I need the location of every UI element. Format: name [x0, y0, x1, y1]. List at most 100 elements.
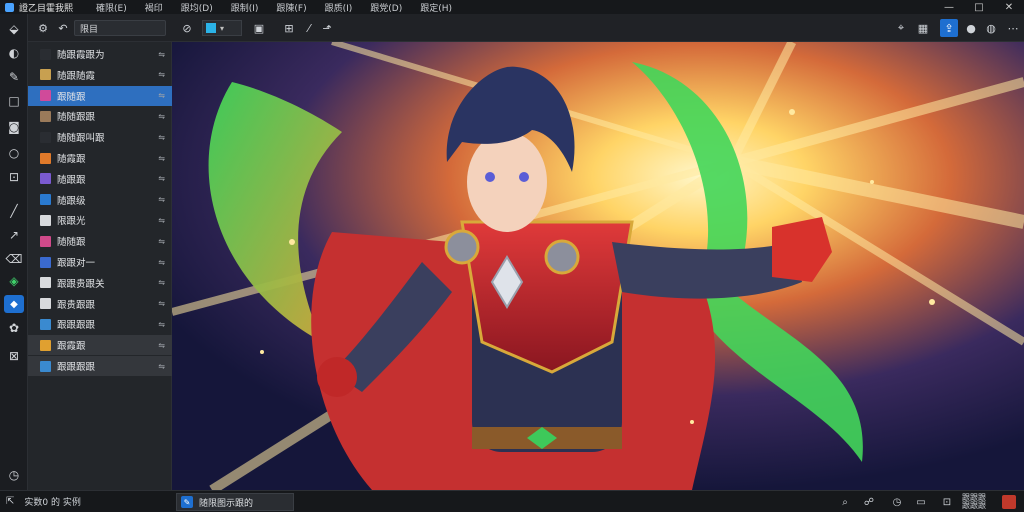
layer-label: 随随跟叫跟: [57, 133, 105, 145]
layer-row[interactable]: 随随跟 ⇋: [28, 231, 172, 251]
layer-thumbnail-icon: [40, 339, 51, 351]
layer-row[interactable]: 随跟级 ⇋: [28, 190, 172, 210]
export-icon[interactable]: ⇱: [6, 496, 14, 507]
canvas[interactable]: [172, 42, 1024, 490]
layer-row[interactable]: 跟贵跟跟 ⇋: [28, 294, 172, 314]
layer-options-icon[interactable]: ⇋: [158, 133, 165, 142]
menu-item-7[interactable]: 跟党(D): [361, 1, 411, 14]
maximize-button[interactable]: □: [964, 0, 994, 14]
rectangle-tool-icon[interactable]: □: [4, 92, 24, 110]
layer-options-icon[interactable]: ⇋: [158, 278, 165, 287]
menu-item-8[interactable]: 跟定(H): [411, 1, 461, 14]
layer-thumbnail-icon: [40, 318, 51, 330]
menu-item-5[interactable]: 跟陳(F): [267, 1, 315, 14]
layer-options-icon[interactable]: ⇋: [158, 195, 165, 204]
blend-mode-select[interactable]: ▾: [202, 20, 242, 36]
layer-options-icon[interactable]: ⇋: [158, 174, 165, 183]
menu-item-4[interactable]: 跟制(I): [222, 1, 268, 14]
layer-row[interactable]: 随跟跟 ⇋: [28, 169, 172, 189]
eye-left: [485, 172, 495, 182]
share-icon[interactable]: ⋯: [1004, 19, 1022, 37]
arrow-tool-icon[interactable]: ↗: [4, 226, 24, 244]
layer-row[interactable]: 随霞跟 ⇋: [28, 148, 172, 168]
tool-strip: ⬙ ◐ ✎ □ ◙ ○ ⊡ ╱ ↗ ⌫ ◈ ◆ ✿ ⊠ ◷: [0, 14, 28, 490]
notification-badge[interactable]: [1002, 495, 1016, 509]
minimize-button[interactable]: —: [934, 0, 964, 14]
layer-options-icon[interactable]: ⇋: [158, 91, 165, 100]
fill-tool-icon[interactable]: ◈: [4, 272, 24, 290]
layer-thumbnail-icon: [40, 360, 51, 372]
image-tool-icon[interactable]: ⊠: [4, 347, 24, 365]
layer-thumbnail-icon: [40, 194, 51, 206]
layer-options-icon[interactable]: ⇋: [158, 299, 165, 308]
layer-options-icon[interactable]: ⇋: [158, 112, 165, 121]
layer-row[interactable]: 跟跟跟跟 ⇋: [28, 356, 172, 376]
back-icon[interactable]: ↶: [54, 19, 72, 37]
close-button[interactable]: ✕: [994, 0, 1024, 14]
layer-icon[interactable]: ▣: [250, 19, 268, 37]
link-icon[interactable]: ⊘: [178, 19, 196, 37]
lasso-tool-icon[interactable]: ◐: [4, 44, 24, 62]
layer-thumbnail-icon: [40, 298, 51, 310]
layer-thumbnail-icon: [40, 69, 51, 81]
layer-options-icon[interactable]: ⇋: [158, 216, 165, 225]
layer-row[interactable]: 随随跟叫跟 ⇋: [28, 127, 172, 147]
artwork: [172, 42, 1024, 490]
layer-row[interactable]: 随随跟跟 ⇋: [28, 106, 172, 126]
hand-icon[interactable]: ☍: [862, 495, 876, 509]
layer-label: 随跟霞跟为: [57, 50, 105, 61]
layer-search-input[interactable]: [74, 20, 166, 36]
ellipse-tool-icon[interactable]: ○: [4, 144, 24, 162]
history-icon[interactable]: ◷: [890, 495, 904, 509]
layer-options-icon[interactable]: ⇋: [158, 258, 165, 267]
eraser-tool-icon[interactable]: ⌫: [4, 250, 24, 268]
layer-row[interactable]: 跟随跟 ⇋: [28, 85, 172, 106]
layer-row[interactable]: 跟跟贵跟关 ⇋: [28, 273, 172, 293]
camera-tool-icon[interactable]: ◙: [4, 118, 24, 136]
layer-label: 跟跟跟跟: [57, 320, 96, 332]
layer-options-icon[interactable]: ⇋: [158, 237, 165, 246]
layer-thumbnail-icon: [40, 235, 51, 247]
move-tool-icon[interactable]: ⬙: [4, 20, 24, 38]
pin-icon[interactable]: ⌖: [892, 19, 910, 37]
grid-icon[interactable]: ▦: [914, 19, 932, 37]
globe-icon[interactable]: ◍: [982, 19, 1000, 37]
chat-icon[interactable]: ▭: [914, 495, 928, 509]
settings-icon[interactable]: ⚙: [34, 19, 52, 37]
layer-row[interactable]: 限跟光 ⇋: [28, 210, 172, 230]
layer-row[interactable]: 跟霞跟 ⇋: [28, 335, 172, 356]
document-tab-label: 随限图示跟的: [199, 498, 254, 509]
shield-tool-icon[interactable]: ◆: [4, 295, 24, 313]
transform-icon[interactable]: ⊞: [280, 19, 298, 37]
layer-options-icon[interactable]: ⇋: [158, 70, 165, 79]
layer-options-icon[interactable]: ⇋: [158, 341, 165, 350]
layer-row[interactable]: 跟跟跟跟 ⇋: [28, 314, 172, 334]
layer-thumbnail-icon: [40, 110, 51, 122]
time-icon[interactable]: ◷: [4, 466, 24, 484]
layer-options-icon[interactable]: ⇋: [158, 362, 165, 371]
zoom-line-2: 跟跟跟: [962, 501, 986, 510]
menu-item-3[interactable]: 跟均(D): [172, 1, 222, 14]
effects-tool-icon[interactable]: ✿: [4, 319, 24, 337]
document-tab[interactable]: ✎ 随限图示跟的: [176, 493, 294, 511]
menu-item-2[interactable]: 褐印: [136, 1, 172, 14]
menu-item-6[interactable]: 跟质(I): [316, 1, 362, 14]
pen-tool-icon[interactable]: ✎: [4, 68, 24, 86]
layer-options-icon[interactable]: ⇋: [158, 154, 165, 163]
line-tool-icon[interactable]: ╱: [4, 202, 24, 220]
brush-icon[interactable]: ⬏: [318, 19, 336, 37]
upload-icon[interactable]: ⇪: [940, 19, 958, 37]
fullscreen-icon[interactable]: ⊡: [940, 495, 954, 509]
search-icon[interactable]: ⌕: [838, 495, 852, 509]
layer-row[interactable]: 随跟霞跟为 ⇋: [28, 44, 172, 64]
pen-icon[interactable]: ⁄: [300, 19, 318, 37]
crop-tool-icon[interactable]: ⊡: [4, 168, 24, 186]
menu-item-1[interactable]: 確限(E): [87, 1, 136, 14]
status-left: ⇱ 实数0 的 实例: [6, 495, 81, 508]
layer-row[interactable]: 跟跟对一 ⇋: [28, 252, 172, 272]
layer-thumbnail-icon: [40, 48, 51, 60]
layer-row[interactable]: 随跟随霞 ⇋: [28, 65, 172, 85]
record-icon[interactable]: ●: [962, 19, 980, 37]
layer-options-icon[interactable]: ⇋: [158, 50, 165, 59]
layer-options-icon[interactable]: ⇋: [158, 320, 165, 329]
